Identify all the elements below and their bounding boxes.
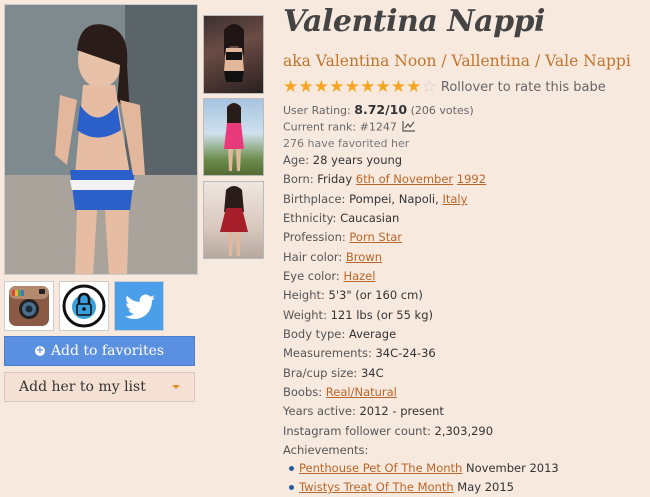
trend-chart-icon[interactable] [402, 120, 416, 135]
boobs-link[interactable]: Real/Natural [326, 385, 397, 399]
instagram-link[interactable] [4, 281, 54, 331]
aka-names: aka Valentina Noon / Vallentina / Vale N… [283, 52, 631, 70]
caret-down-icon [172, 385, 180, 389]
star-icon[interactable]: ★ [283, 79, 298, 96]
star-icon[interactable]: ☆ [422, 79, 437, 96]
user-rating: User Rating: 8.72/10 (206 votes) [283, 102, 474, 117]
achievement-item: Penthouse Pet Of The Month November 2013 [289, 461, 559, 475]
achievement-item: Twistys Treat Of The Month May 2015 [289, 480, 514, 494]
birthplace-country-link[interactable]: Italy [442, 192, 467, 206]
age-row: Age: 28 years young [283, 153, 403, 167]
born-year-link[interactable]: 1992 [457, 172, 486, 186]
achievements-heading: Achievements: [283, 443, 369, 457]
height-row: Height: 5'3" (or 160 cm) [283, 288, 423, 302]
twitter-link[interactable] [114, 281, 164, 331]
add-to-list-label: Add her to my list [19, 379, 146, 395]
current-rank: Current rank: #1247 [283, 120, 416, 135]
years-active-row: Years active: 2012 - present [283, 404, 444, 418]
private-content-link[interactable] [59, 281, 109, 331]
weight-row: Weight: 121 lbs (or 55 kg) [283, 308, 433, 322]
add-to-favorites-button[interactable]: + Add to favorites [4, 336, 195, 366]
profession-link[interactable]: Porn Star [349, 230, 402, 244]
profession-row: Profession: Porn Star [283, 230, 403, 244]
star-icon[interactable]: ★ [360, 79, 375, 96]
instagram-icon [9, 286, 49, 326]
page-title: Valentina Nappi [283, 4, 545, 39]
star-rating[interactable]: ★ ★ ★ ★ ★ ★ ★ ★ ★ ☆ [283, 79, 437, 96]
user-rating-votes: (206 votes) [410, 104, 474, 117]
main-profile-photo[interactable] [4, 4, 198, 275]
favorited-count: 276 have favorited her [283, 137, 410, 150]
hair-color-link[interactable]: Brown [346, 250, 382, 264]
rating-widget[interactable]: ★ ★ ★ ★ ★ ★ ★ ★ ★ ☆ Rollover to rate this babe [283, 79, 606, 96]
star-icon[interactable]: ★ [329, 79, 344, 96]
hair-color-row: Hair color: Brown [283, 250, 383, 264]
add-to-favorites-label: Add to favorites [50, 343, 165, 359]
rollover-hint: Rollover to rate this babe [440, 80, 606, 95]
born-row: Born: Friday 6th of November 1992 [283, 172, 487, 186]
thumbnail-photo-1[interactable] [203, 15, 264, 94]
star-icon[interactable]: ★ [375, 79, 390, 96]
eye-color-link[interactable]: Hazel [343, 269, 375, 283]
star-icon[interactable]: ★ [345, 79, 360, 96]
achievement-link[interactable]: Penthouse Pet Of The Month [299, 461, 462, 475]
thumbnail-photo-3[interactable] [203, 181, 264, 259]
thumbnail-photo-2[interactable] [203, 98, 264, 176]
ethnicity-row: Ethnicity: Caucasian [283, 211, 400, 225]
star-icon[interactable]: ★ [298, 79, 313, 96]
bra-size-row: Bra/cup size: 34C [283, 366, 384, 380]
user-rating-value: 8.72/10 [354, 102, 408, 117]
star-icon[interactable]: ★ [314, 79, 329, 96]
instagram-followers-row: Instagram follower count: 2,303,290 [283, 424, 494, 438]
measurements-row: Measurements: 34C-24-36 [283, 346, 436, 360]
plus-circle-icon: + [34, 345, 45, 356]
star-icon[interactable]: ★ [391, 79, 406, 96]
add-to-list-dropdown[interactable]: Add her to my list [4, 372, 195, 402]
eye-color-row: Eye color: Hazel [283, 269, 376, 283]
birthplace-row: Birthplace: Pompei, Napoli, Italy [283, 192, 468, 206]
star-icon[interactable]: ★ [406, 79, 421, 96]
achievement-link[interactable]: Twistys Treat Of The Month [299, 480, 454, 494]
body-type-row: Body type: Average [283, 327, 397, 341]
boobs-row: Boobs: Real/Natural [283, 385, 397, 399]
lock-icon [62, 284, 106, 328]
born-date-link[interactable]: 6th of November [356, 172, 453, 186]
twitter-icon [125, 294, 155, 320]
